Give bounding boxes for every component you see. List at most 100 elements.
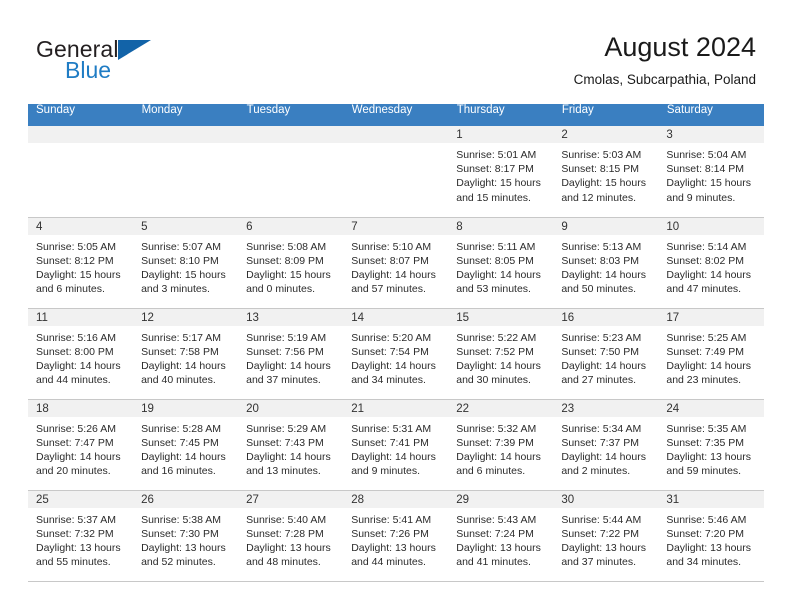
daylight-text-line1: Daylight: 15 hours [666, 177, 752, 190]
calendar-day-cell[interactable]: 10 Sunrise: 5:14 AM Sunset: 8:02 PM Dayligh… [658, 217, 764, 309]
calendar-day-cell[interactable]: 30 Sunrise: 5:44 AM Sunset: 7:22 PM Dayligh… [553, 490, 659, 582]
daylight-text-line2: and 59 minutes. [666, 465, 742, 478]
day-cell-inner: 24 Sunrise: 5:35 AM Sunset: 7:35 PM Dayligh… [658, 399, 764, 490]
daylight-text-line1: Daylight: 13 hours [456, 541, 541, 554]
sunrise-text: Sunrise: 5:29 AM [246, 422, 327, 435]
day-number: 8 [448, 217, 554, 235]
sunrise-text: Sunrise: 5:17 AM [141, 331, 222, 344]
calendar-day-cell[interactable]: 23 Sunrise: 5:34 AM Sunset: 7:37 PM Dayligh… [553, 399, 659, 491]
day-number: 28 [343, 490, 449, 508]
weekday-header-sunday: Sunday [28, 104, 134, 126]
sun-info-block: Sunrise: 5:38 AM Sunset: 7:30 PM Daylight:… [133, 508, 238, 570]
sun-info-block: Sunrise: 5:29 AM Sunset: 7:43 PM Daylight:… [238, 417, 343, 479]
calendar-day-cell[interactable]: 4 Sunrise: 5:05 AM Sunset: 8:12 PM Daylight… [28, 217, 134, 309]
calendar-day-cell[interactable]: 22 Sunrise: 5:32 AM Sunset: 7:39 PM Dayligh… [448, 399, 554, 491]
calendar-week-row: 18 Sunrise: 5:26 AM Sunset: 7:47 PM Dayligh… [28, 399, 764, 491]
calendar-day-cell[interactable]: 29 Sunrise: 5:43 AM Sunset: 7:24 PM Dayligh… [448, 490, 554, 582]
weekday-header-wednesday: Wednesday [343, 104, 449, 126]
sunset-text: Sunset: 7:50 PM [561, 345, 639, 358]
calendar-day-cell[interactable]: 18 Sunrise: 5:26 AM Sunset: 7:47 PM Dayligh… [28, 399, 134, 491]
day-cell-inner: 20 Sunrise: 5:29 AM Sunset: 7:43 PM Dayligh… [238, 399, 344, 490]
day-cell-inner: 1 Sunrise: 5:01 AM Sunset: 8:17 PM Daylight… [448, 126, 554, 217]
calendar-day-cell[interactable]: 16 Sunrise: 5:23 AM Sunset: 7:50 PM Dayligh… [553, 308, 659, 400]
day-number: 24 [658, 399, 764, 417]
calendar-day-cell[interactable]: 14 Sunrise: 5:20 AM Sunset: 7:54 PM Dayligh… [343, 308, 449, 400]
daylight-text-line2: and 16 minutes. [141, 465, 216, 478]
day-number: 19 [133, 399, 239, 417]
day-number: 22 [448, 399, 554, 417]
calendar-day-cell[interactable]: 21 Sunrise: 5:31 AM Sunset: 7:41 PM Dayligh… [343, 399, 449, 491]
daylight-text-line2: and 55 minutes. [36, 556, 111, 569]
daylight-text-line2: and 0 minutes. [246, 283, 316, 296]
daylight-text-line1: Daylight: 14 hours [666, 359, 752, 372]
calendar-day-cell[interactable]: 11 Sunrise: 5:16 AM Sunset: 8:00 PM Dayligh… [28, 308, 134, 400]
daylight-text-line2: and 6 minutes. [36, 283, 105, 296]
calendar-day-cell[interactable]: 7 Sunrise: 5:10 AM Sunset: 8:07 PM Daylight… [343, 217, 449, 309]
calendar-week-row: 1 Sunrise: 5:01 AM Sunset: 8:17 PM Daylight… [28, 126, 764, 218]
sunrise-text: Sunrise: 5:31 AM [351, 422, 432, 435]
day-cell-inner: 10 Sunrise: 5:14 AM Sunset: 8:02 PM Dayligh… [658, 217, 764, 308]
sunset-text: Sunset: 7:49 PM [666, 345, 745, 358]
day-number [133, 126, 239, 143]
calendar-day-cell[interactable]: 24 Sunrise: 5:35 AM Sunset: 7:35 PM Dayligh… [658, 399, 764, 491]
daylight-text-line2: and 9 minutes. [351, 465, 421, 478]
day-number: 3 [658, 126, 764, 143]
calendar-day-cell[interactable]: 31 Sunrise: 5:46 AM Sunset: 7:20 PM Dayligh… [658, 490, 764, 582]
day-number: 20 [238, 399, 344, 417]
calendar-day-cell[interactable]: 8 Sunrise: 5:11 AM Sunset: 8:05 PM Daylight… [448, 217, 554, 309]
sunset-text: Sunset: 7:41 PM [351, 436, 429, 449]
sunrise-text: Sunrise: 5:40 AM [246, 513, 327, 526]
daylight-text-line1: Daylight: 13 hours [561, 541, 646, 554]
sun-info-block: Sunrise: 5:37 AM Sunset: 7:32 PM Daylight:… [28, 508, 133, 570]
daylight-text-line2: and 37 minutes. [561, 556, 637, 569]
day-cell-inner: 18 Sunrise: 5:26 AM Sunset: 7:47 PM Dayligh… [28, 399, 134, 490]
calendar-day-cell[interactable]: 15 Sunrise: 5:22 AM Sunset: 7:52 PM Dayligh… [448, 308, 554, 400]
calendar-day-cell[interactable]: 1 Sunrise: 5:01 AM Sunset: 8:17 PM Daylight… [448, 126, 554, 218]
sun-info-block: Sunrise: 5:13 AM Sunset: 8:03 PM Daylight:… [553, 235, 658, 297]
calendar-day-cell[interactable]: 3 Sunrise: 5:04 AM Sunset: 8:14 PM Daylight… [658, 126, 764, 218]
day-number: 23 [553, 399, 659, 417]
day-cell-inner: 7 Sunrise: 5:10 AM Sunset: 8:07 PM Daylight… [343, 217, 449, 308]
sunset-text: Sunset: 7:39 PM [456, 436, 534, 449]
calendar-day-cell[interactable]: 20 Sunrise: 5:29 AM Sunset: 7:43 PM Dayligh… [238, 399, 344, 491]
daylight-text-line1: Daylight: 14 hours [456, 450, 541, 463]
calendar-day-cell[interactable]: 6 Sunrise: 5:08 AM Sunset: 8:09 PM Daylight… [238, 217, 344, 309]
daylight-text-line2: and 44 minutes. [351, 556, 426, 569]
calendar-day-cell[interactable]: 17 Sunrise: 5:25 AM Sunset: 7:49 PM Dayligh… [658, 308, 764, 400]
calendar-day-cell[interactable]: 5 Sunrise: 5:07 AM Sunset: 8:10 PM Daylight… [133, 217, 239, 309]
calendar-day-cell[interactable]: 28 Sunrise: 5:41 AM Sunset: 7:26 PM Dayligh… [343, 490, 449, 582]
calendar-day-cell[interactable]: 19 Sunrise: 5:28 AM Sunset: 7:45 PM Dayligh… [133, 399, 239, 491]
sunrise-text: Sunrise: 5:20 AM [351, 331, 432, 344]
daylight-text-line2: and 27 minutes. [561, 374, 637, 387]
weekday-header-row: Sunday Monday Tuesday Wednesday Thursday Frid… [28, 104, 765, 126]
day-cell-inner: 3 Sunrise: 5:04 AM Sunset: 8:14 PM Daylight… [658, 126, 764, 217]
calendar-day-cell[interactable]: 25 Sunrise: 5:37 AM Sunset: 7:32 PM Dayligh… [28, 490, 134, 582]
sunrise-text: Sunrise: 5:11 AM [456, 240, 536, 253]
day-number: 7 [343, 217, 449, 235]
brand-logo[interactable]: General Blue [36, 36, 266, 90]
daylight-text-line1: Daylight: 14 hours [351, 450, 436, 463]
day-number: 11 [28, 308, 134, 326]
daylight-text-line1: Daylight: 13 hours [351, 541, 436, 554]
title-block: August 2024 Cmolas, Subcarpathia, Poland [574, 30, 756, 90]
daylight-text-line1: Daylight: 15 hours [456, 177, 541, 190]
day-number: 10 [658, 217, 764, 235]
day-number: 6 [238, 217, 344, 235]
day-cell-inner: 16 Sunrise: 5:23 AM Sunset: 7:50 PM Dayligh… [553, 308, 659, 399]
daylight-text-line2: and 34 minutes. [666, 556, 742, 569]
triangle-logo-icon [118, 40, 151, 60]
day-cell-inner: 17 Sunrise: 5:25 AM Sunset: 7:49 PM Dayligh… [658, 308, 764, 399]
sun-info-block: Sunrise: 5:11 AM Sunset: 8:05 PM Daylight:… [448, 235, 553, 297]
calendar-day-cell[interactable]: 2 Sunrise: 5:03 AM Sunset: 8:15 PM Daylight… [553, 126, 659, 218]
calendar-day-cell[interactable]: 9 Sunrise: 5:13 AM Sunset: 8:03 PM Daylight… [553, 217, 659, 309]
calendar-day-cell[interactable]: 27 Sunrise: 5:40 AM Sunset: 7:28 PM Dayligh… [238, 490, 344, 582]
calendar-day-cell[interactable]: 12 Sunrise: 5:17 AM Sunset: 7:58 PM Dayligh… [133, 308, 239, 400]
calendar-day-cell[interactable]: 26 Sunrise: 5:38 AM Sunset: 7:30 PM Dayligh… [133, 490, 239, 582]
day-number: 18 [28, 399, 134, 417]
sun-info-block: Sunrise: 5:44 AM Sunset: 7:22 PM Daylight:… [553, 508, 658, 570]
daylight-text-line1: Daylight: 14 hours [351, 359, 436, 372]
day-number: 1 [448, 126, 554, 143]
sunset-text: Sunset: 8:14 PM [666, 163, 745, 176]
calendar-day-cell[interactable]: 13 Sunrise: 5:19 AM Sunset: 7:56 PM Dayligh… [238, 308, 344, 400]
sunset-text: Sunset: 7:22 PM [561, 527, 639, 540]
